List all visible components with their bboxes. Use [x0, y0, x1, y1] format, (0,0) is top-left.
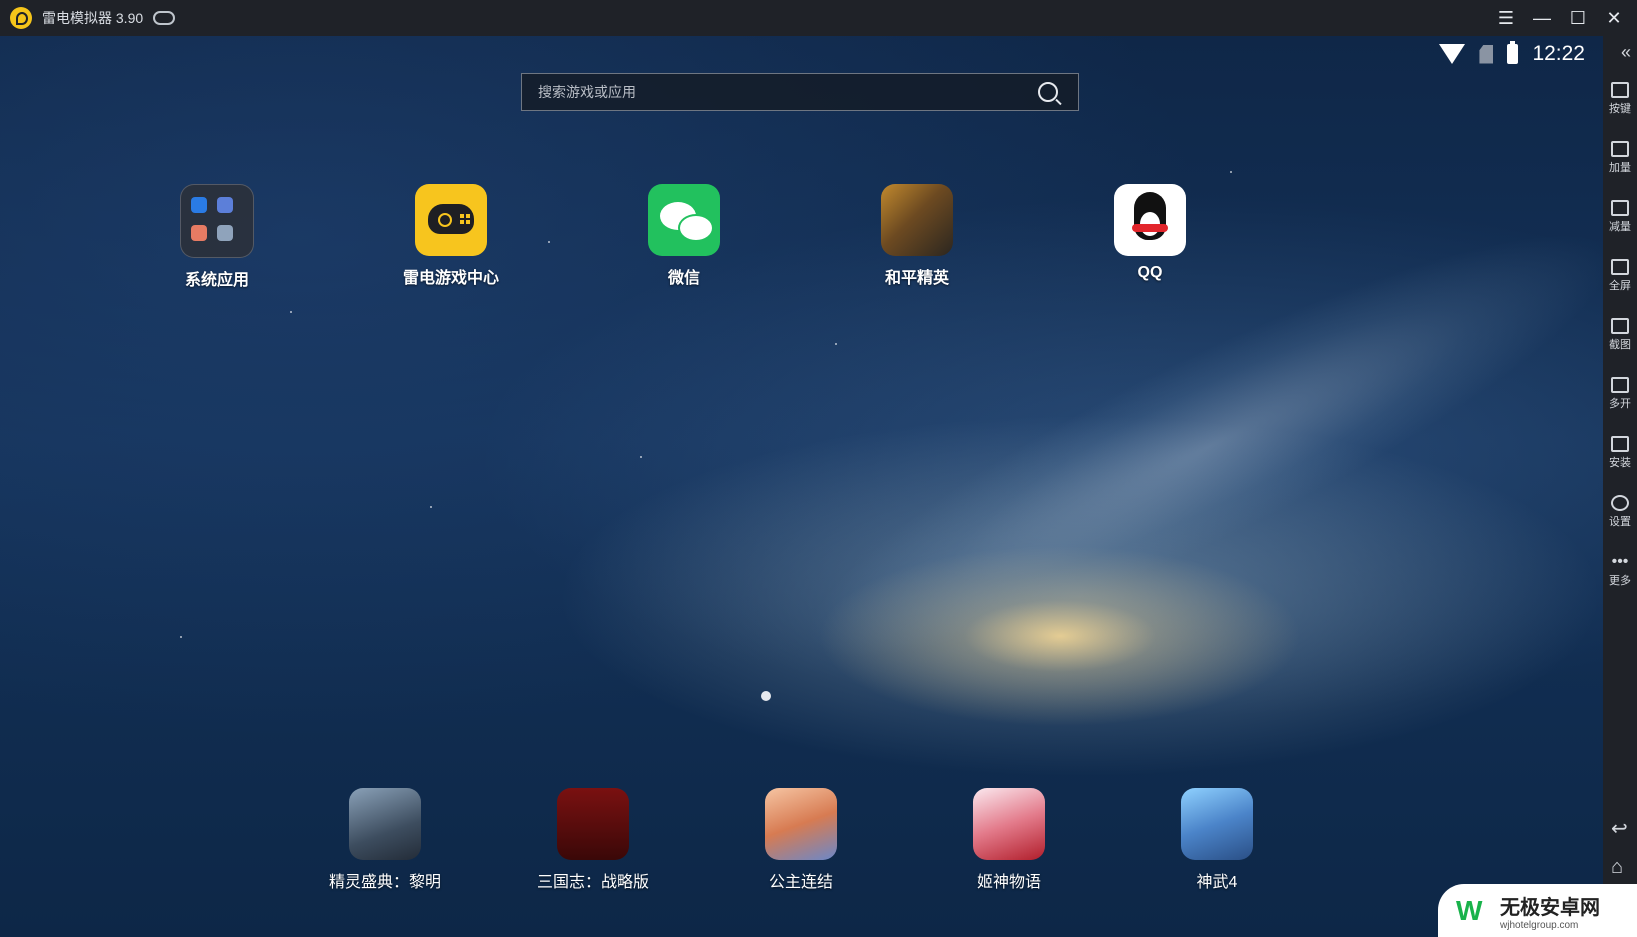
star	[430, 506, 432, 508]
app-logo-icon	[10, 7, 32, 29]
game-icon	[1181, 788, 1253, 860]
app-wechat[interactable]: 微信	[614, 184, 754, 288]
sidebar-item-screenshot[interactable]: 截图	[1603, 318, 1637, 352]
search-input[interactable]	[522, 83, 1038, 101]
sidebar-label: 多开	[1609, 398, 1631, 410]
sidebar-item-fullscreen[interactable]: 全屏	[1603, 259, 1637, 293]
settings-mini-icon	[191, 197, 207, 213]
no-sim-icon	[1479, 44, 1494, 64]
gamepad-icon	[415, 184, 487, 256]
battery-icon	[1507, 41, 1519, 64]
star	[640, 456, 642, 458]
game-icon	[557, 788, 629, 860]
collapse-sidebar-icon[interactable]: «	[1621, 42, 1631, 63]
close-icon[interactable]: ✕	[1603, 7, 1625, 29]
page-indicator-dot	[761, 691, 771, 701]
browser-mini-icon	[217, 197, 233, 213]
minimize-icon[interactable]: —	[1531, 7, 1553, 29]
sidebar-label: 全屏	[1609, 280, 1631, 292]
sidebar-label: 设置	[1609, 516, 1631, 528]
title-bar: 雷电模拟器 3.90 ☰ — ☐ ✕	[0, 0, 1637, 36]
app-sanguozhi[interactable]: 三国志：战略版	[523, 788, 663, 892]
window-title: 雷电模拟器 3.90	[42, 10, 144, 26]
app-label: 神武4	[1196, 874, 1238, 891]
sidebar-item-settings[interactable]: 设置	[1603, 495, 1637, 529]
star	[1230, 171, 1232, 173]
gallery-mini-icon	[191, 225, 207, 241]
star	[290, 311, 292, 313]
watermark-title: 无极安卓网	[1500, 896, 1600, 919]
app-label: 系统应用	[184, 272, 249, 289]
watermark: W 无极安卓网 wjhotelgroup.com	[1438, 884, 1637, 937]
sidebar-label: 更多	[1609, 575, 1631, 587]
game-icon	[765, 788, 837, 860]
app-leidian-game-center[interactable]: 雷电游戏中心	[381, 184, 521, 288]
fullscreen-icon	[1611, 259, 1629, 275]
maximize-icon[interactable]: ☐	[1567, 7, 1589, 29]
app-label: 微信	[667, 270, 700, 287]
menu-icon[interactable]: ☰	[1495, 7, 1517, 29]
game-icon	[973, 788, 1045, 860]
app-jingling-shengdian[interactable]: 精灵盛典：黎明	[315, 788, 455, 892]
app-jishen-wuyu[interactable]: 姬神物语	[939, 788, 1079, 892]
android-home-screen: 12:22 系统应用 雷电游戏中心 微信 和平精英 QQ	[0, 36, 1603, 937]
star	[180, 636, 182, 638]
clock: 12:22	[1532, 42, 1585, 65]
app-princess-connect[interactable]: 公主连结	[731, 788, 871, 892]
status-bar: 12:22	[1439, 41, 1585, 66]
sidebar-label: 安装	[1609, 457, 1631, 469]
app-label: 精灵盛典：黎明	[328, 874, 441, 891]
gamepad-icon[interactable]	[153, 11, 176, 25]
multi-instance-icon	[1611, 377, 1629, 393]
app-label: 三国志：战略版	[536, 874, 649, 891]
watermark-logo-icon: W	[1456, 894, 1483, 926]
game-icon	[349, 788, 421, 860]
app-label: 雷电游戏中心	[402, 270, 499, 287]
folder-icon	[180, 184, 254, 258]
app-shenwu4[interactable]: 神武4	[1147, 788, 1287, 892]
sidebar-label: 截图	[1609, 339, 1631, 351]
gear-icon	[1611, 495, 1629, 511]
search-bar[interactable]	[521, 73, 1079, 111]
watermark-url: wjhotelgroup.com	[1500, 919, 1579, 931]
sidebar-label: 减量	[1609, 221, 1631, 233]
app-label: QQ	[1137, 264, 1163, 281]
sidebar-item-volume-down[interactable]: 减量	[1603, 200, 1637, 234]
volume-down-icon	[1611, 200, 1629, 216]
window-controls: ☰ — ☐ ✕	[1495, 0, 1625, 36]
volume-up-icon	[1611, 141, 1629, 157]
peace-elite-icon	[881, 184, 953, 256]
back-icon[interactable]: ↩	[1611, 816, 1628, 841]
sidebar-item-install[interactable]: 安装	[1603, 436, 1637, 470]
wifi-icon	[1439, 44, 1466, 64]
emulator-sidebar: « 按键 加量 减量 全屏 截图 多开 安装 设置 ••• 更多 ↩ ⌂	[1603, 36, 1637, 937]
app-label: 和平精英	[884, 270, 949, 287]
scissors-icon	[1611, 318, 1629, 334]
star	[548, 241, 550, 243]
sidebar-label: 加量	[1609, 162, 1631, 174]
sidebar-item-multi-instance[interactable]: 多开	[1603, 377, 1637, 411]
sidebar-item-volume-up[interactable]: 加量	[1603, 141, 1637, 175]
app-qq[interactable]: QQ	[1080, 184, 1220, 282]
home-icon[interactable]: ⌂	[1611, 856, 1623, 879]
apk-install-icon	[1611, 436, 1629, 452]
app-label: 公主连结	[768, 874, 833, 891]
contacts-mini-icon	[217, 225, 233, 241]
qq-penguin-icon	[1114, 184, 1186, 256]
star	[835, 343, 837, 345]
app-peace-elite[interactable]: 和平精英	[847, 184, 987, 288]
sidebar-label: 按键	[1609, 103, 1631, 115]
app-system-apps[interactable]: 系统应用	[147, 184, 287, 290]
sidebar-item-more[interactable]: ••• 更多	[1603, 554, 1637, 588]
wechat-icon	[648, 184, 720, 256]
search-icon[interactable]	[1038, 82, 1058, 102]
keyboard-icon	[1611, 82, 1629, 98]
more-icon: •••	[1611, 553, 1629, 570]
sidebar-item-keymap[interactable]: 按键	[1603, 82, 1637, 116]
app-label: 姬神物语	[976, 874, 1041, 891]
